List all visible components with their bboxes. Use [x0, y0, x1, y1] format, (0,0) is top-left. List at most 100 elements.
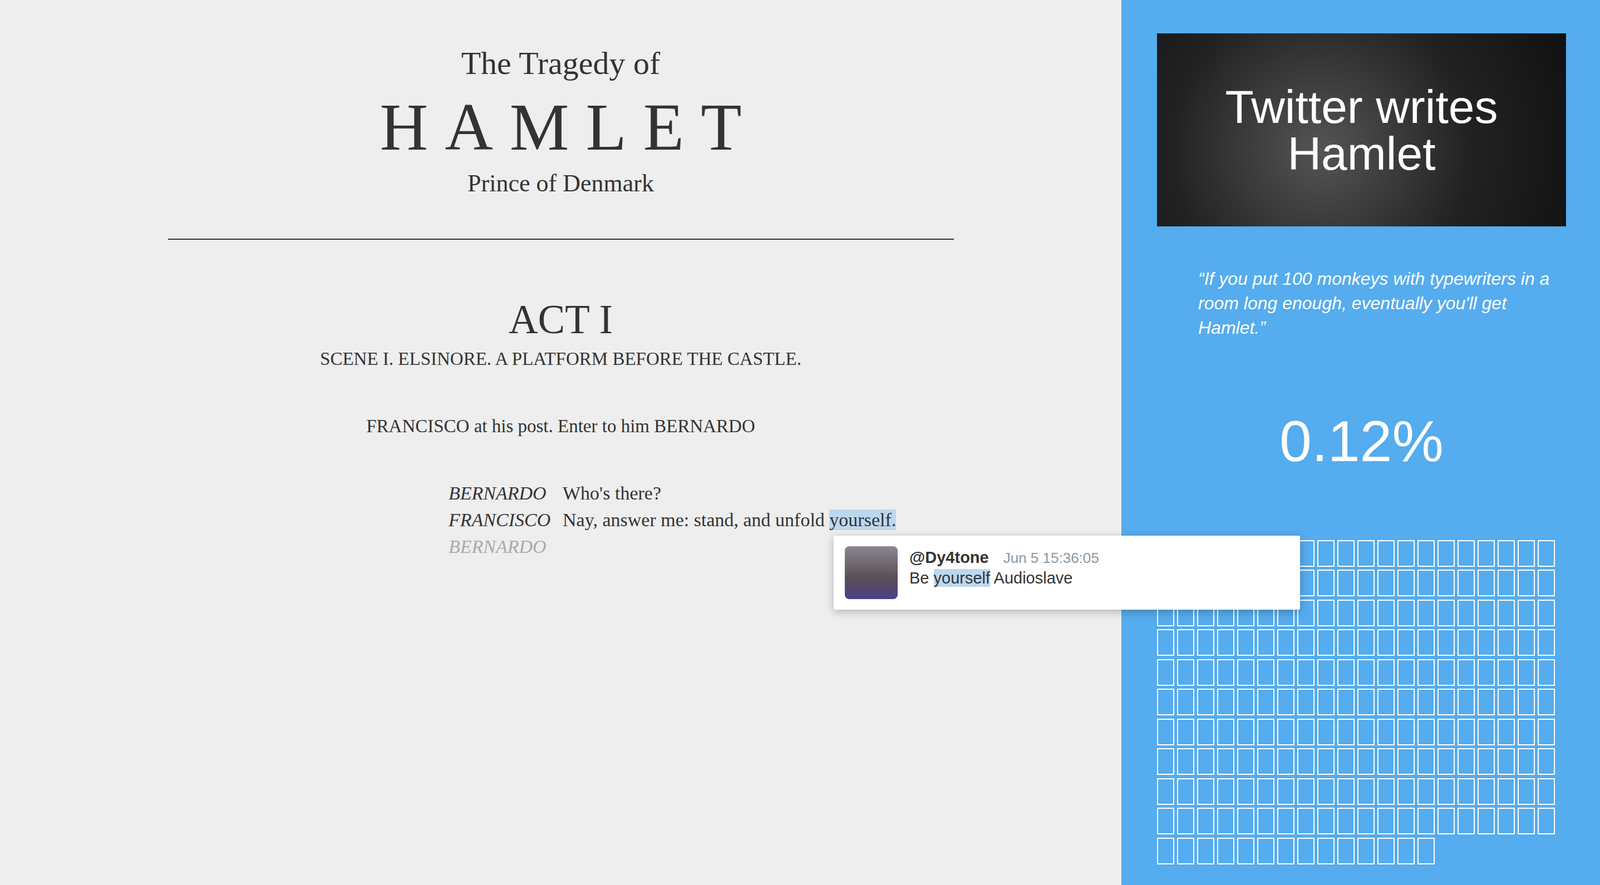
word-cell[interactable]	[1537, 778, 1555, 806]
word-cell[interactable]	[1237, 688, 1255, 716]
word-cell[interactable]	[1357, 838, 1375, 865]
word-cell[interactable]	[1477, 778, 1495, 806]
word-cell[interactable]	[1377, 569, 1395, 597]
word-cell[interactable]	[1277, 719, 1295, 746]
word-cell[interactable]	[1477, 540, 1495, 568]
word-cell[interactable]	[1337, 838, 1355, 865]
word-cell[interactable]	[1477, 748, 1495, 776]
word-cell[interactable]	[1397, 719, 1415, 746]
word-cell[interactable]	[1417, 808, 1435, 835]
word-cell[interactable]	[1157, 778, 1175, 806]
word-cell[interactable]	[1497, 599, 1515, 627]
word-cell[interactable]	[1197, 808, 1215, 835]
word-cell[interactable]	[1417, 540, 1435, 568]
word-cell[interactable]	[1217, 688, 1235, 716]
word-cell[interactable]	[1417, 629, 1435, 657]
word-cell[interactable]	[1537, 688, 1555, 716]
word-cell[interactable]	[1157, 659, 1175, 687]
word-cell[interactable]	[1397, 599, 1415, 627]
word-cell[interactable]	[1377, 778, 1395, 806]
word-cell[interactable]	[1377, 629, 1395, 657]
word-cell[interactable]	[1417, 778, 1435, 806]
word-cell[interactable]	[1197, 838, 1215, 865]
word-cell[interactable]	[1217, 748, 1235, 776]
word-cell[interactable]	[1177, 838, 1195, 865]
word-cell[interactable]	[1317, 748, 1335, 776]
word-cell[interactable]	[1457, 688, 1475, 716]
word-cell[interactable]	[1277, 808, 1295, 835]
word-cell[interactable]	[1197, 748, 1215, 776]
word-cell[interactable]	[1497, 659, 1515, 687]
word-cell[interactable]	[1257, 629, 1275, 657]
highlighted-word[interactable]: yourself.	[829, 509, 896, 531]
word-cell[interactable]	[1417, 569, 1435, 597]
word-cell[interactable]	[1477, 688, 1495, 716]
word-cell[interactable]	[1517, 748, 1535, 776]
word-cell[interactable]	[1177, 808, 1195, 835]
word-cell[interactable]	[1337, 748, 1355, 776]
word-cell[interactable]	[1357, 540, 1375, 568]
word-cell[interactable]	[1437, 688, 1455, 716]
word-cell[interactable]	[1517, 540, 1535, 568]
word-cell[interactable]	[1337, 778, 1355, 806]
word-cell[interactable]	[1477, 719, 1495, 746]
word-cell[interactable]	[1437, 748, 1455, 776]
word-cell[interactable]	[1357, 629, 1375, 657]
word-cell[interactable]	[1257, 719, 1275, 746]
word-cell[interactable]	[1417, 688, 1435, 716]
word-cell[interactable]	[1217, 838, 1235, 865]
word-cell[interactable]	[1257, 688, 1275, 716]
word-cell[interactable]	[1417, 838, 1435, 865]
word-cell[interactable]	[1317, 838, 1335, 865]
word-cell[interactable]	[1477, 569, 1495, 597]
word-cell[interactable]	[1397, 748, 1415, 776]
word-cell[interactable]	[1337, 599, 1355, 627]
word-cell[interactable]	[1377, 659, 1395, 687]
word-cell[interactable]	[1257, 748, 1275, 776]
word-cell[interactable]	[1317, 808, 1335, 835]
word-cell[interactable]	[1257, 659, 1275, 687]
word-cell[interactable]	[1277, 688, 1295, 716]
word-cell[interactable]	[1497, 719, 1515, 746]
word-cell[interactable]	[1397, 808, 1415, 835]
word-cell[interactable]	[1177, 688, 1195, 716]
word-cell[interactable]	[1237, 838, 1255, 865]
word-cell[interactable]	[1477, 808, 1495, 835]
word-cell[interactable]	[1377, 838, 1395, 865]
word-cell[interactable]	[1537, 540, 1555, 568]
word-cell[interactable]	[1317, 629, 1335, 657]
word-cell[interactable]	[1377, 688, 1395, 716]
word-cell[interactable]	[1297, 838, 1315, 865]
word-cell[interactable]	[1157, 748, 1175, 776]
word-cell[interactable]	[1357, 748, 1375, 776]
word-cell[interactable]	[1477, 599, 1495, 627]
word-cell[interactable]	[1237, 748, 1255, 776]
word-cell[interactable]	[1397, 778, 1415, 806]
word-cell[interactable]	[1497, 748, 1515, 776]
word-cell[interactable]	[1457, 748, 1475, 776]
word-cell[interactable]	[1397, 838, 1415, 865]
word-cell[interactable]	[1337, 808, 1355, 835]
word-cell[interactable]	[1477, 629, 1495, 657]
word-cell[interactable]	[1437, 778, 1455, 806]
word-cell[interactable]	[1297, 748, 1315, 776]
word-cell[interactable]	[1437, 599, 1455, 627]
word-cell[interactable]	[1517, 599, 1535, 627]
word-cell[interactable]	[1517, 719, 1535, 746]
word-cell[interactable]	[1177, 629, 1195, 657]
word-cell[interactable]	[1277, 838, 1295, 865]
word-cell[interactable]	[1277, 629, 1295, 657]
word-cell[interactable]	[1397, 540, 1415, 568]
word-cell[interactable]	[1317, 599, 1335, 627]
word-cell[interactable]	[1237, 778, 1255, 806]
word-cell[interactable]	[1217, 808, 1235, 835]
word-cell[interactable]	[1537, 629, 1555, 657]
word-cell[interactable]	[1157, 688, 1175, 716]
word-cell[interactable]	[1457, 569, 1475, 597]
word-cell[interactable]	[1237, 808, 1255, 835]
word-cell[interactable]	[1497, 629, 1515, 657]
word-cell[interactable]	[1317, 569, 1335, 597]
word-cell[interactable]	[1297, 629, 1315, 657]
word-cell[interactable]	[1397, 688, 1415, 716]
word-cell[interactable]	[1317, 778, 1335, 806]
